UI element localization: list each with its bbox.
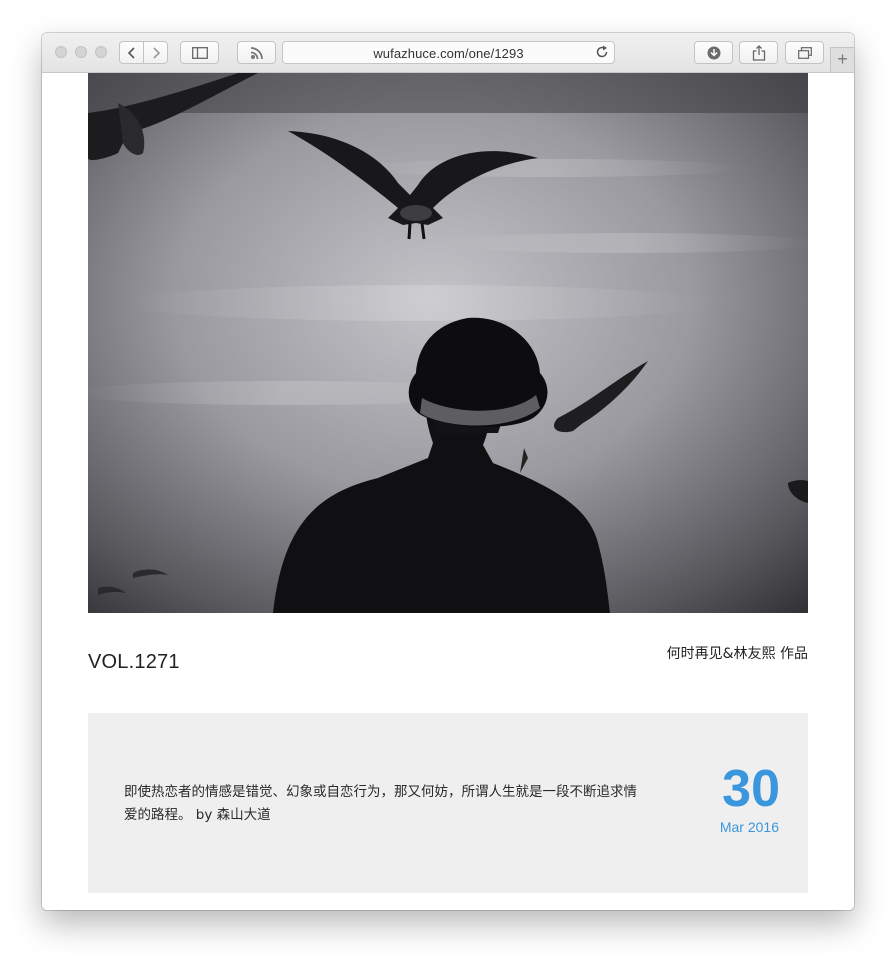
reload-icon[interactable]: [595, 45, 609, 59]
date-day: 30: [722, 760, 780, 818]
browser-window: wufazhuce.com/one/1293 + VOL.1271 何时再见&林…: [42, 33, 854, 910]
chevron-left-icon: [127, 46, 135, 59]
date-month-year: Mar 2016: [719, 819, 779, 835]
downloads-button[interactable]: [694, 41, 733, 64]
sidebar-button[interactable]: [180, 41, 219, 64]
tabs-icon: [797, 46, 812, 59]
browser-toolbar: wufazhuce.com/one/1293 +: [42, 33, 854, 73]
quote-text: 即使热恋者的情感是错觉、幻象或自恋行为，那又何妨，所谓人生就是一段不断追求情爱的…: [124, 784, 637, 823]
share-icon: [752, 44, 765, 61]
download-icon: [707, 46, 720, 59]
sidebar-icon: [191, 46, 208, 59]
minimize-window-button[interactable]: [75, 46, 87, 58]
quote-panel: 即使热恋者的情感是错觉、幻象或自恋行为，那又何妨，所谓人生就是一段不断追求情爱的…: [88, 713, 808, 893]
article-photo: [88, 73, 808, 613]
share-button[interactable]: [739, 41, 778, 64]
forward-button[interactable]: [143, 41, 168, 64]
tabs-overview-button[interactable]: [785, 41, 824, 64]
zoom-window-button[interactable]: [95, 46, 107, 58]
chevron-right-icon: [152, 46, 160, 59]
url-text: wufazhuce.com/one/1293: [373, 46, 524, 61]
address-bar[interactable]: wufazhuce.com/one/1293: [282, 41, 615, 64]
photo-author: 何时再见&林友熙 作品: [666, 646, 808, 662]
rss-icon: [250, 46, 263, 59]
page-content: VOL.1271 何时再见&林友熙 作品 即使热恋者的情感是错觉、幻象或自恋行为…: [42, 73, 854, 910]
rss-button[interactable]: [237, 41, 276, 64]
back-button[interactable]: [119, 41, 144, 64]
new-tab-button[interactable]: +: [830, 47, 854, 72]
volume-number: VOL.1271: [88, 651, 180, 673]
close-window-button[interactable]: [55, 46, 67, 58]
